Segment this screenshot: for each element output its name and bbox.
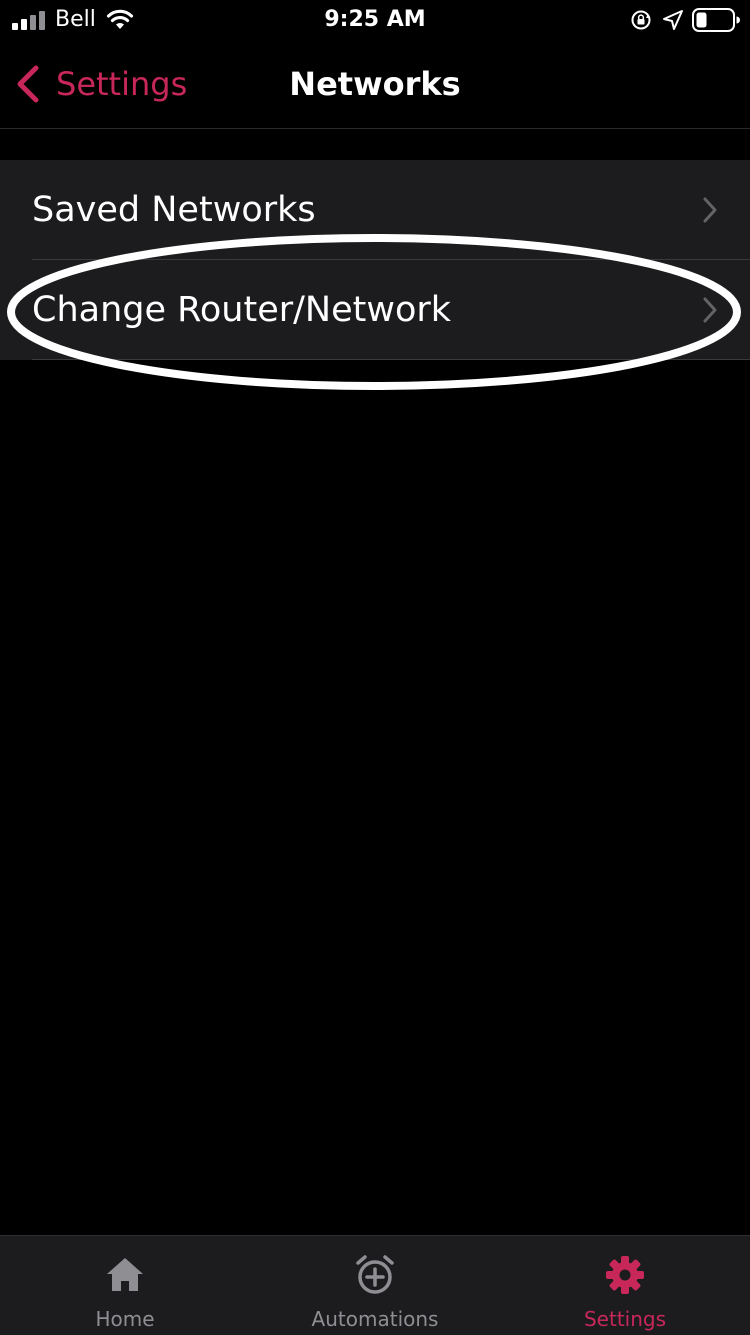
home-icon	[107, 1258, 143, 1291]
tab-bar: Home Automations Settings	[0, 1235, 750, 1335]
page-title: Networks	[289, 65, 461, 103]
battery-icon	[692, 8, 740, 32]
location-icon	[663, 10, 683, 30]
list-item-saved-networks[interactable]: Saved Networks	[32, 160, 750, 260]
chevron-right-icon	[703, 197, 717, 223]
rotation-lock-icon	[631, 10, 651, 30]
tab-settings[interactable]: Settings	[500, 1236, 750, 1335]
list-item-label: Saved Networks	[32, 190, 316, 230]
alarm-add-icon	[356, 1255, 394, 1294]
tab-automations[interactable]: Automations	[250, 1236, 500, 1335]
list-item-change-router-network[interactable]: Change Router/Network	[32, 260, 750, 360]
chevron-right-icon	[703, 297, 717, 323]
tab-label: Automations	[311, 1307, 439, 1331]
status-bar: Bell 9:25 AM	[0, 0, 750, 40]
tab-label: Settings	[583, 1307, 667, 1331]
navigation-bar: Settings Networks	[0, 40, 750, 129]
list-item-label: Change Router/Network	[32, 290, 452, 330]
tab-label: Home	[95, 1307, 155, 1331]
tab-home[interactable]: Home	[0, 1236, 250, 1335]
gear-icon	[606, 1256, 644, 1294]
networks-list: Saved Networks Change Router/Network	[0, 160, 750, 360]
